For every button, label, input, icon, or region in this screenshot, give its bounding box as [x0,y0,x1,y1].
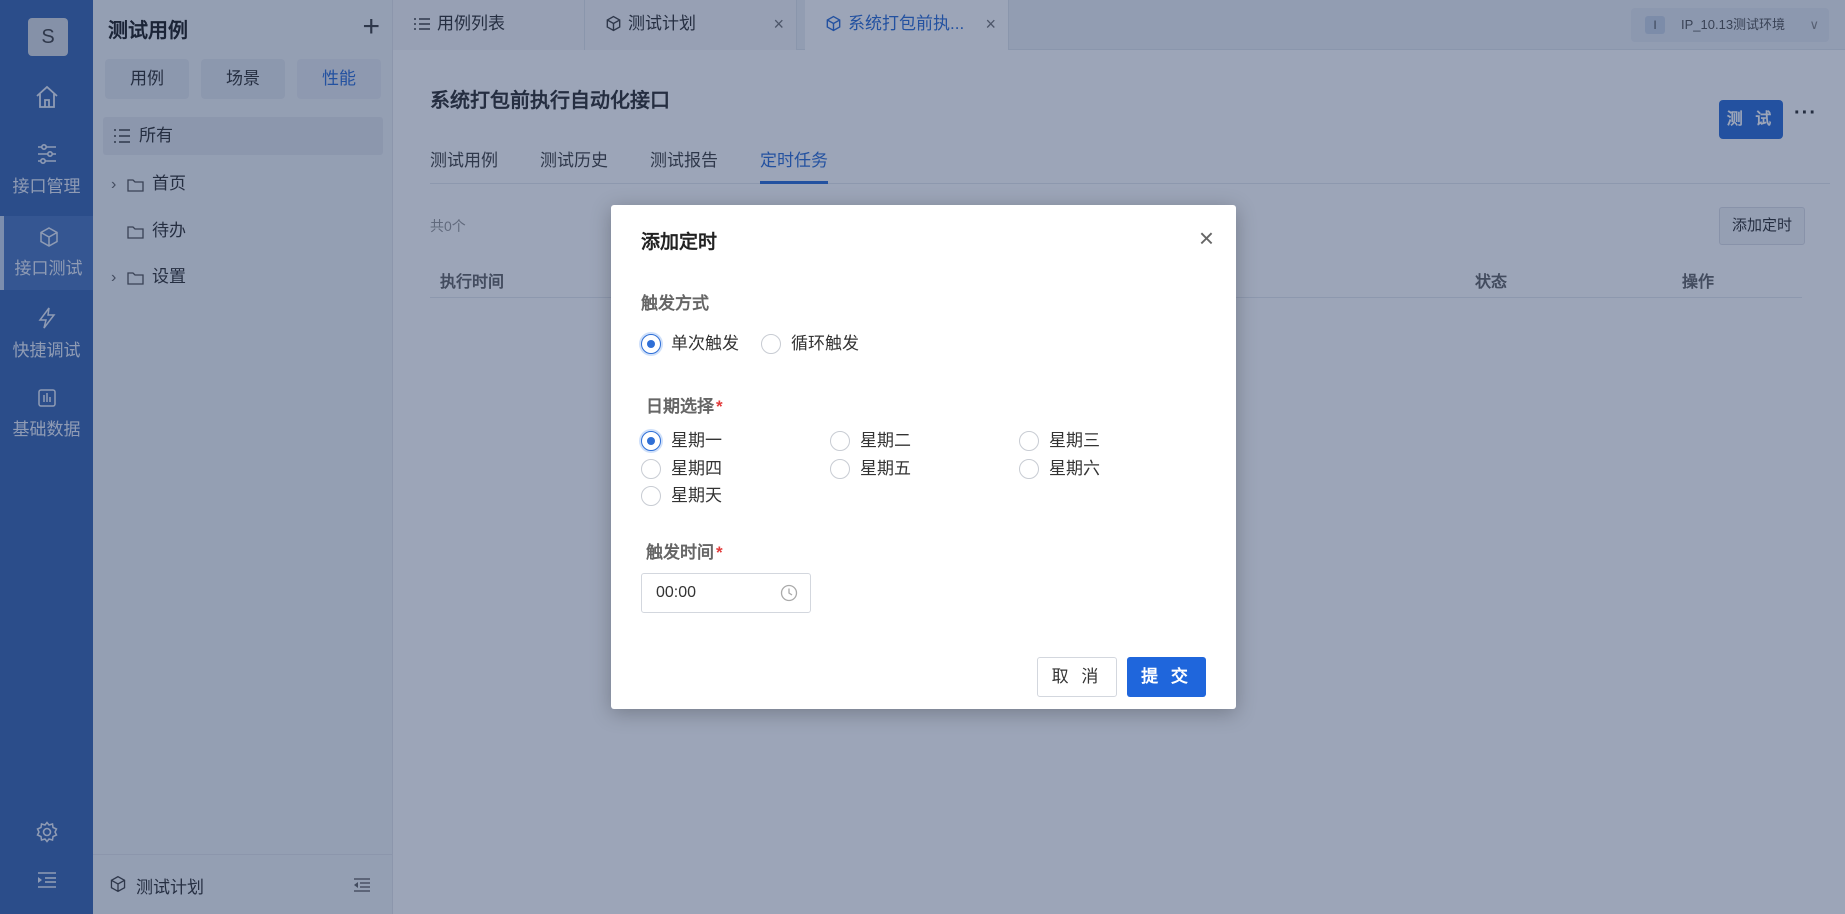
radio-saturday[interactable]: 星期六 [1019,458,1100,480]
date-select-label: 日期选择 * [646,392,723,417]
radio-thursday[interactable]: 星期四 [641,458,722,480]
submit-button[interactable]: 提 交 [1127,657,1206,697]
trigger-mode-label: 触发方式 [641,294,709,313]
trigger-time-text: 触发时间 [646,543,714,562]
radio-label: 星期一 [671,431,722,450]
radio-label: 星期三 [1049,431,1100,450]
radio-wednesday[interactable]: 星期三 [1019,430,1100,452]
time-picker-input[interactable]: 00:00 [641,573,811,613]
dialog-title: 添加定时 [641,232,718,253]
radio-label: 星期四 [671,459,722,478]
required-mark: * [716,397,723,416]
add-schedule-dialog: 添加定时 × 触发方式 单次触发 循环触发 日期选择 * 星期一 星期二 星期三 … [611,205,1236,709]
radio-sunday[interactable]: 星期天 [641,485,722,507]
radio-label: 星期二 [860,431,911,450]
radio-monday[interactable]: 星期一 [641,430,722,452]
radio-label: 循环触发 [791,334,859,353]
radio-label: 星期天 [671,486,722,505]
radio-label: 星期六 [1049,459,1100,478]
trigger-time-label: 触发时间 * [646,538,723,563]
time-value: 00:00 [656,584,697,601]
required-mark: * [716,543,723,562]
radio-label: 星期五 [860,459,911,478]
cancel-button[interactable]: 取 消 [1037,657,1117,697]
clock-icon [780,584,798,602]
radio-single-trigger[interactable]: 单次触发 [641,333,739,355]
radio-tuesday[interactable]: 星期二 [830,430,911,452]
radio-label: 单次触发 [671,334,739,353]
radio-loop-trigger[interactable]: 循环触发 [761,333,859,355]
radio-friday[interactable]: 星期五 [830,458,911,480]
close-icon[interactable]: × [1199,225,1214,251]
date-select-text: 日期选择 [646,397,714,416]
